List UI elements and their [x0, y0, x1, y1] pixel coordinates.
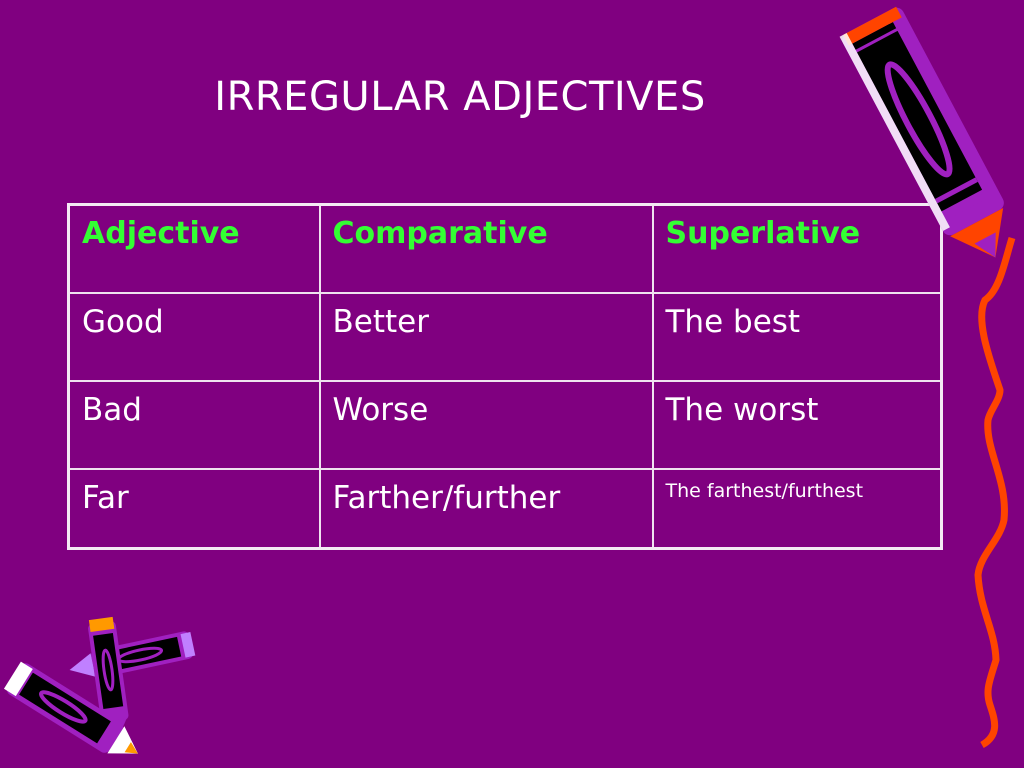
cell-superlative: The best [651, 291, 943, 382]
cell-adjective: Good [67, 291, 321, 382]
header-comparative: Comparative [318, 203, 654, 294]
squiggle-line [974, 236, 1016, 749]
crossed-crayons-icon [3, 616, 196, 754]
cell-adjective: Bad [67, 379, 321, 470]
table-row: Far Farther/further The farthest/furthes… [67, 467, 943, 550]
slide: IRREGULAR ADJECTIVES Adjective Comparati… [0, 0, 1024, 768]
slide-title: IRREGULAR ADJECTIVES [214, 74, 706, 120]
adjectives-table: Adjective Comparative Superlative Good B… [67, 203, 943, 550]
header-adjective: Adjective [67, 203, 321, 294]
table-header-row: Adjective Comparative Superlative [67, 203, 943, 294]
header-superlative: Superlative [651, 203, 943, 294]
cell-comparative: Farther/further [318, 467, 654, 550]
table-row: Bad Worse The worst [67, 379, 943, 470]
cell-comparative: Better [318, 291, 654, 382]
cell-superlative: The worst [651, 379, 943, 470]
cell-adjective: Far [67, 467, 321, 550]
table-row: Good Better The best [67, 291, 943, 382]
cell-superlative: The farthest/furthest [651, 467, 943, 550]
cell-comparative: Worse [318, 379, 654, 470]
